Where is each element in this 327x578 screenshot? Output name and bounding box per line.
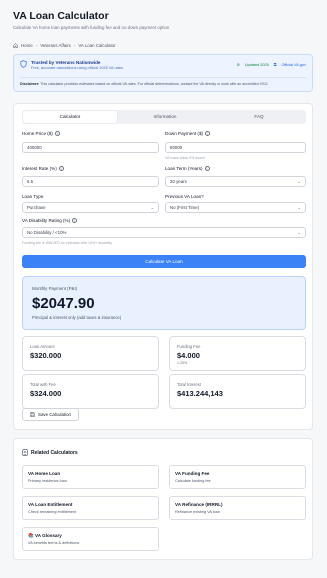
info-icon[interactable]: i [54, 131, 60, 136]
monthly-payment-panel: Monthly Payment (P&I) $2047.90 Principal… [22, 276, 306, 330]
related-card-title: 📚 VA Glossary [28, 533, 62, 538]
info-icon[interactable]: i [204, 166, 210, 171]
home-price-label: Home Price ($) i [22, 131, 60, 136]
related-card-desc: Check remaining entitlement [28, 510, 77, 514]
loan-amount-value: $320.000 [30, 351, 62, 360]
info-icon[interactable]: i [72, 218, 78, 223]
related-card-desc: Calculate funding fee [175, 479, 211, 483]
loan-amount-card: Loan Amount $320.000 [22, 336, 159, 371]
loan-amount-label: Loan Amount [30, 344, 55, 349]
chevron-down-icon: ⌄ [297, 179, 301, 184]
related-header: Related Calculators [22, 449, 78, 456]
related-card-title: VA Home Loan [28, 471, 61, 476]
calculator-card: Calculator Information FAQ Home Price ($… [13, 103, 313, 430]
breadcrumb: Home › Veterans Affairs › VA Loan Calcul… [13, 43, 116, 48]
trust-title: Trusted by Veterans Nationwide [31, 60, 101, 65]
total-fee-card: Total with Fee $324.000 [22, 374, 159, 409]
breadcrumb-current: VA Loan Calculator [78, 43, 116, 48]
related-title: Related Calculators [31, 449, 78, 456]
tab-calculator[interactable]: Calculator [23, 111, 117, 123]
disability-label: VA Disability Rating (%) i [22, 218, 78, 223]
calculate-button[interactable]: Calculate VA Loan [22, 255, 306, 268]
save-calculation-button[interactable]: Save Calculation [22, 408, 79, 421]
save-icon [30, 412, 35, 417]
related-card-glossary[interactable]: 📚 VA Glossary VA benefits terms & defini… [22, 527, 159, 551]
shield-icon [20, 60, 27, 68]
divider [20, 77, 306, 78]
book-icon: 📚 [28, 533, 34, 538]
related-card-title: VA Refinance (IRRRL) [175, 502, 223, 507]
total-interest-value: $413.244,143 [177, 389, 223, 398]
check-circle-icon: ⊘ [236, 63, 240, 67]
previous-loan-select[interactable]: No (First Time) ⌄ [165, 202, 306, 213]
down-payment-input[interactable]: 80000 [165, 142, 306, 153]
related-card-irrrl[interactable]: VA Refinance (IRRRL) Refinance existing … [169, 496, 306, 520]
tab-faq[interactable]: FAQ [212, 110, 306, 124]
loan-term-label: Loan Term (Years) i [165, 166, 210, 171]
chevron-down-icon: ⌄ [297, 205, 301, 210]
home-icon [13, 43, 18, 48]
calculator-icon [22, 449, 28, 456]
related-calculators: Related Calculators VA Home Loan Primary… [13, 438, 313, 560]
related-card-entitlement[interactable]: VA Loan Entitlement Check remaining enti… [22, 496, 159, 520]
funding-fee-value: $4.000 [177, 351, 200, 360]
disclaimer: Disclaimer: This calculator provides est… [20, 82, 269, 86]
breadcrumb-home[interactable]: Home [21, 43, 33, 48]
updated-badge: Updated 2025 [244, 62, 269, 67]
trust-banner: Trusted by Veterans Nationwide Free, acc… [13, 54, 313, 92]
chevron-down-icon: ⌄ [150, 205, 154, 210]
funding-fee-label: Funding Fee [177, 344, 201, 349]
interest-rate-label: Interest Rate (%) i [22, 166, 64, 171]
related-card-desc: VA benefits terms & definitions [28, 541, 80, 545]
related-card-desc: Primary residence loan [28, 479, 67, 483]
loan-term-select[interactable]: 30 years ⌄ [165, 176, 306, 187]
funding-fee-card: Funding Fee $4.000 1.25% [169, 336, 306, 371]
tab-bar: Calculator Information FAQ [22, 110, 306, 124]
page-subtitle: Calculate VA home loan payments with fun… [13, 25, 170, 30]
related-card-desc: Refinance existing VA loan [175, 510, 220, 514]
info-icon[interactable]: i [205, 131, 211, 136]
loan-type-select[interactable]: Purchase ⌄ [22, 202, 159, 213]
page-title: VA Loan Calculator [13, 10, 109, 22]
monthly-payment-note: Principal & interest only (add taxes & i… [32, 315, 122, 320]
official-link[interactable]: Official VA.gov [281, 63, 306, 67]
funding-fee-rate: 1.25% [177, 361, 188, 365]
related-card-funding-fee[interactable]: VA Funding Fee Calculate funding fee [169, 465, 306, 489]
home-price-input[interactable]: 400000 [22, 142, 159, 153]
total-fee-label: Total with Fee [30, 382, 56, 387]
chevron-right-icon: › [73, 43, 76, 48]
chevron-down-icon: ⌄ [297, 230, 301, 235]
monthly-payment-value: $2047.90 [32, 295, 95, 312]
info-icon[interactable]: i [58, 166, 64, 171]
down-payment-hint: VA loans allow 0% down! [165, 156, 205, 160]
total-interest-card: Total Interest $413.244,143 [169, 374, 306, 409]
breadcrumb-veterans[interactable]: Veterans Affairs [40, 43, 71, 48]
total-interest-label: Total Interest [177, 382, 201, 387]
down-payment-label: Down Payment ($) i [165, 131, 211, 136]
interest-rate-input[interactable]: 6.5 [22, 176, 159, 187]
loan-type-label: Loan Type [22, 194, 44, 199]
chevron-right-icon: › [35, 43, 38, 48]
previous-loan-label: Previous VA Loan? [165, 194, 204, 199]
related-card-title: VA Loan Entitlement [28, 502, 73, 507]
monthly-payment-label: Monthly Payment (P&I) [32, 286, 78, 291]
save-calculation-label: Save Calculation [38, 412, 71, 417]
disability-hint: Funding fee is WAIVED for veterans with … [22, 241, 113, 245]
total-fee-value: $324.000 [30, 389, 62, 398]
page: VA Loan Calculator Calculate VA home loa… [0, 0, 327, 578]
external-link-icon: ⧉ [273, 62, 277, 67]
related-card-va-home-loan[interactable]: VA Home Loan Primary residence loan [22, 465, 159, 489]
related-card-title: VA Funding Fee [175, 471, 210, 476]
trust-desc: Free, accurate calculations using offici… [31, 66, 123, 70]
tab-information[interactable]: Information [118, 110, 212, 124]
disability-select[interactable]: No Disability / <10% ⌄ [22, 227, 306, 238]
